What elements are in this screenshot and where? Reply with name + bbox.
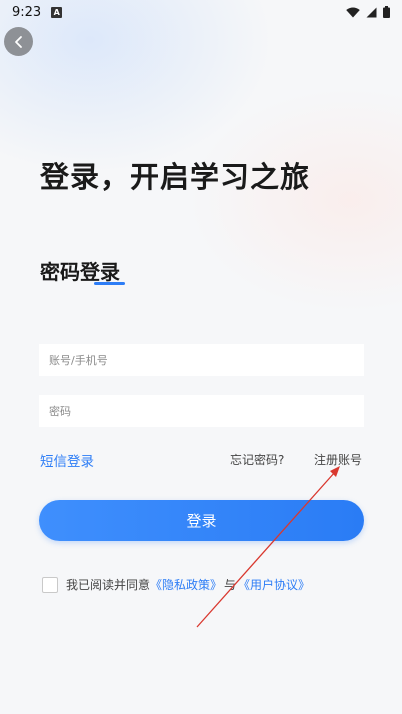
- tab-password-login[interactable]: 密码登录: [40, 256, 120, 285]
- user-agreement-link[interactable]: 《用户协议》: [238, 576, 310, 593]
- agreement-prefix: 我已阅读并同意: [66, 578, 151, 592]
- status-time: 9:23: [12, 4, 42, 20]
- account-input[interactable]: [39, 344, 364, 376]
- page-headline: 登录，开启学习之旅: [40, 160, 311, 194]
- login-button[interactable]: 登录: [39, 500, 364, 541]
- back-button[interactable]: [4, 27, 33, 56]
- password-input[interactable]: [39, 395, 364, 427]
- notification-app-icon: A: [51, 6, 63, 18]
- wifi-icon: [346, 7, 360, 17]
- register-account-link[interactable]: 注册账号: [314, 451, 362, 468]
- agreement-row: 我已阅读并同意 《隐私政策》 与 《用户协议》: [42, 576, 310, 593]
- signal-icon: [366, 7, 377, 17]
- active-tab-indicator: [94, 282, 125, 285]
- agreement-and: 与: [224, 578, 237, 592]
- agreement-checkbox[interactable]: [42, 576, 58, 593]
- chevron-left-icon: [14, 35, 22, 48]
- status-bar: 9:23 A: [0, 0, 402, 24]
- status-icons: [346, 6, 390, 18]
- forgot-password-link[interactable]: 忘记密码?: [230, 451, 284, 468]
- privacy-policy-link[interactable]: 《隐私政策》: [150, 576, 222, 593]
- battery-icon: [383, 6, 390, 18]
- sms-login-link[interactable]: 短信登录: [40, 450, 94, 470]
